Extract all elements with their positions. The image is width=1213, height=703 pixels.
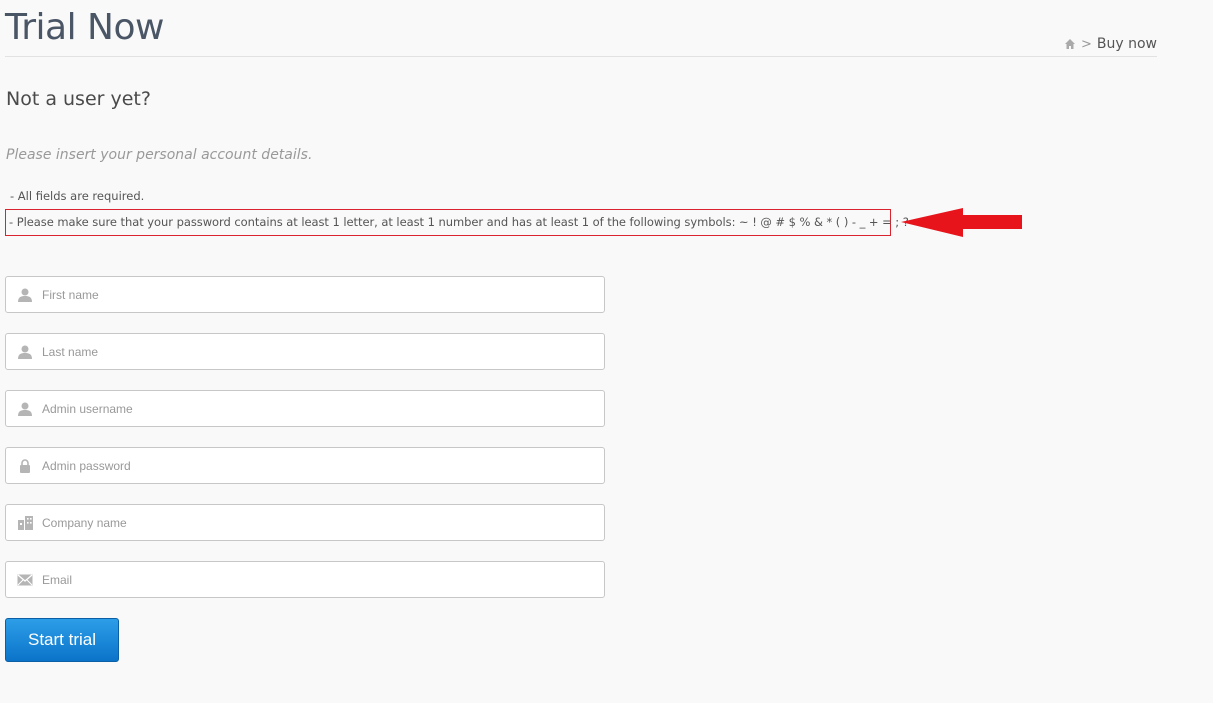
page-title: Trial Now xyxy=(5,7,164,48)
building-icon xyxy=(17,515,33,531)
admin-username-input[interactable] xyxy=(42,391,604,426)
start-trial-button[interactable]: Start trial xyxy=(5,618,119,662)
admin-password-input[interactable] xyxy=(42,448,604,483)
home-icon[interactable] xyxy=(1064,38,1076,50)
required-note: - All fields are required. xyxy=(10,189,145,203)
first-name-field[interactable] xyxy=(5,276,605,313)
first-name-input[interactable] xyxy=(42,277,604,312)
breadcrumb: > Buy now xyxy=(1064,36,1157,52)
company-name-field[interactable] xyxy=(5,504,605,541)
breadcrumb-current: Buy now xyxy=(1096,36,1157,52)
user-icon xyxy=(17,401,33,417)
company-name-input[interactable] xyxy=(42,505,604,540)
envelope-icon xyxy=(17,572,33,588)
red-arrow-annotation xyxy=(901,208,1022,237)
admin-username-field[interactable] xyxy=(5,390,605,427)
last-name-field[interactable] xyxy=(5,333,605,370)
admin-password-field[interactable] xyxy=(5,447,605,484)
breadcrumb-separator: > xyxy=(1080,36,1092,52)
lock-icon xyxy=(17,458,33,474)
password-rule-note: - Please make sure that your password co… xyxy=(9,215,943,229)
user-icon xyxy=(17,287,33,303)
user-icon xyxy=(17,344,33,360)
last-name-input[interactable] xyxy=(42,334,604,369)
header-divider xyxy=(5,56,1157,57)
email-input[interactable] xyxy=(42,562,604,597)
section-heading: Not a user yet? xyxy=(6,88,151,110)
form-instruction: Please insert your personal account deta… xyxy=(6,147,313,163)
email-field[interactable] xyxy=(5,561,605,598)
